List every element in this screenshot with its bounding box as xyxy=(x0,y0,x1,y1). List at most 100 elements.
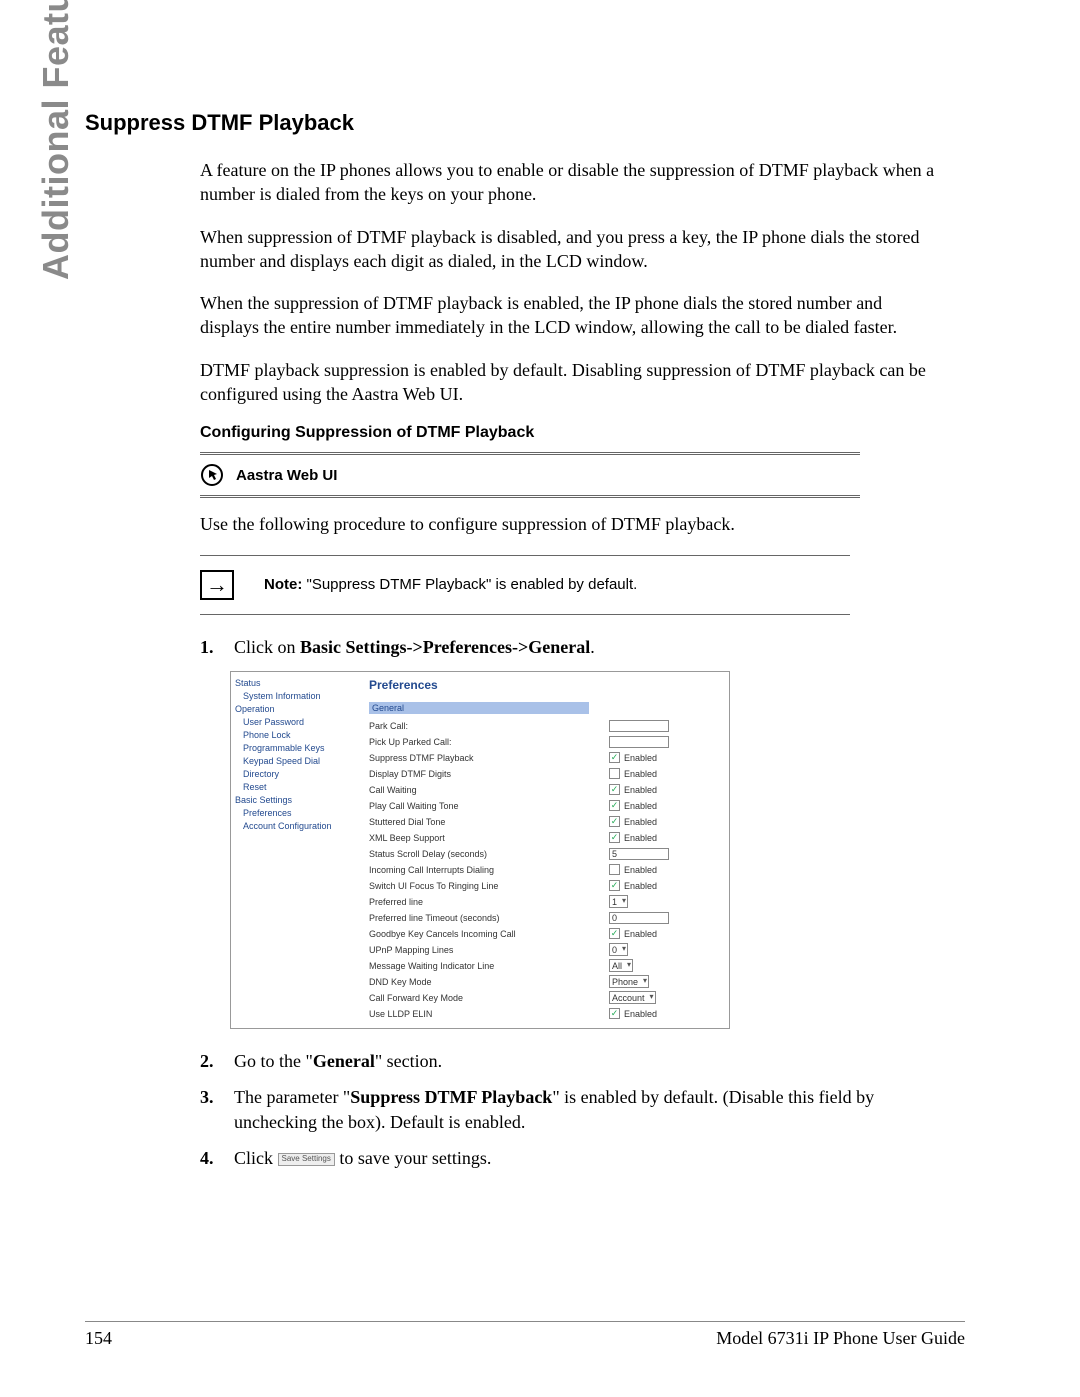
text-input[interactable]: 5 xyxy=(609,848,669,860)
setting-label: DND Key Mode xyxy=(369,977,609,987)
checkbox-label: Enabled xyxy=(624,801,657,811)
checkbox[interactable]: ✓ xyxy=(609,752,620,763)
text-input[interactable] xyxy=(609,720,669,732)
step-number: 2. xyxy=(200,1049,220,1073)
page-number: 154 xyxy=(85,1328,112,1349)
setting-label: Stuttered Dial Tone xyxy=(369,817,609,827)
settings-row: Status Scroll Delay (seconds)5 xyxy=(369,846,721,862)
setting-label: Call Forward Key Mode xyxy=(369,993,609,1003)
callout-label: Aastra Web UI xyxy=(236,467,337,484)
section-header: General xyxy=(369,702,589,714)
settings-row: Suppress DTMF Playback✓ Enabled xyxy=(369,750,721,766)
checkbox[interactable]: ✓ xyxy=(609,816,620,827)
paragraph: A feature on the IP phones allows you to… xyxy=(200,158,940,207)
setting-label: Preferred line Timeout (seconds) xyxy=(369,913,609,923)
nav-link[interactable]: Keypad Speed Dial xyxy=(235,755,357,768)
settings-row: Switch UI Focus To Ringing Line✓Enabled xyxy=(369,878,721,894)
main-panel: Preferences General Park Call: Pick Up Pa… xyxy=(361,672,729,1028)
settings-row: Preferred line Timeout (seconds)0 xyxy=(369,910,721,926)
step-item: 3. The parameter "Suppress DTMF Playback… xyxy=(200,1085,940,1134)
checkbox[interactable]: ✓ xyxy=(609,1008,620,1019)
checkbox[interactable]: ✓ xyxy=(609,832,620,843)
setting-label: Pick Up Parked Call: xyxy=(369,737,609,747)
nav-link[interactable]: Directory xyxy=(235,768,357,781)
settings-row: Call Waiting✓Enabled xyxy=(369,782,721,798)
save-settings-button[interactable]: Save Settings xyxy=(278,1153,335,1166)
checkbox[interactable] xyxy=(609,768,620,779)
nav-link[interactable]: Phone Lock xyxy=(235,729,357,742)
setting-label: Status Scroll Delay (seconds) xyxy=(369,849,609,859)
note-text: Note: "Suppress DTMF Playback" is enable… xyxy=(264,576,637,593)
paragraph: DTMF playback suppression is enabled by … xyxy=(200,358,940,407)
step-number: 1. xyxy=(200,635,220,659)
setting-label: Preferred line xyxy=(369,897,609,907)
setting-label: Suppress DTMF Playback xyxy=(369,753,609,763)
select-dropdown[interactable]: Account xyxy=(609,991,656,1004)
setting-label: Display DTMF Digits xyxy=(369,769,609,779)
nav-sidebar: Status System Information Operation User… xyxy=(231,672,361,1028)
note-block: → Note: "Suppress DTMF Playback" is enab… xyxy=(200,555,850,615)
mouse-icon xyxy=(200,463,224,487)
step-number: 3. xyxy=(200,1085,220,1134)
checkbox[interactable]: ✓ xyxy=(609,928,620,939)
text-input[interactable] xyxy=(609,736,669,748)
settings-row: Pick Up Parked Call: xyxy=(369,734,721,750)
web-ui-screenshot: Status System Information Operation User… xyxy=(230,671,730,1029)
select-dropdown[interactable]: 0 xyxy=(609,943,628,956)
settings-row: Play Call Waiting Tone✓Enabled xyxy=(369,798,721,814)
select-dropdown[interactable]: All xyxy=(609,959,633,972)
settings-row: Preferred line1 xyxy=(369,894,721,910)
section-tab: Additional Features xyxy=(35,0,77,280)
checkbox-label: Enabled xyxy=(624,817,657,827)
setting-label: Park Call: xyxy=(369,721,609,731)
checkbox-label: Enabled xyxy=(624,753,657,763)
checkbox-label: Enabled xyxy=(624,769,657,779)
nav-heading: Basic Settings xyxy=(235,794,357,807)
nav-link[interactable]: Preferences xyxy=(235,807,357,820)
lead-text: Use the following procedure to configure… xyxy=(200,512,940,536)
document-title: Model 6731i IP Phone User Guide xyxy=(716,1328,965,1349)
text-input[interactable]: 0 xyxy=(609,912,669,924)
nav-link[interactable]: System Information xyxy=(235,690,357,703)
settings-row: Message Waiting Indicator LineAll xyxy=(369,958,721,974)
settings-row: UPnP Mapping Lines0 xyxy=(369,942,721,958)
settings-row: Park Call: xyxy=(369,718,721,734)
setting-label: Incoming Call Interrupts Dialing xyxy=(369,865,609,875)
nav-heading: Status xyxy=(235,677,357,690)
nav-link[interactable]: Reset xyxy=(235,781,357,794)
web-ui-callout: Aastra Web UI xyxy=(200,452,860,498)
settings-row: Use LLDP ELIN✓ Enabled xyxy=(369,1006,721,1022)
step-item: 2. Go to the "General" section. xyxy=(200,1049,940,1073)
select-dropdown[interactable]: Phone xyxy=(609,975,649,988)
page-content: Suppress DTMF Playback A feature on the … xyxy=(85,110,965,1182)
nav-heading: Operation xyxy=(235,703,357,716)
steps-list-continued: 2. Go to the "General" section. 3. The p… xyxy=(200,1049,940,1170)
setting-label: Use LLDP ELIN xyxy=(369,1009,609,1019)
checkbox-label: Enabled xyxy=(624,1009,657,1019)
checkbox[interactable]: ✓ xyxy=(609,880,620,891)
page-title: Suppress DTMF Playback xyxy=(85,110,965,136)
setting-label: UPnP Mapping Lines xyxy=(369,945,609,955)
subheading: Configuring Suppression of DTMF Playback xyxy=(200,424,940,442)
nav-link[interactable]: Account Configuration xyxy=(235,820,357,833)
settings-row: Display DTMF Digits Enabled xyxy=(369,766,721,782)
page-footer: 154 Model 6731i IP Phone User Guide xyxy=(85,1321,965,1349)
body: A feature on the IP phones allows you to… xyxy=(200,158,940,1170)
steps-list: 1. Click on Basic Settings->Preferences-… xyxy=(200,635,940,659)
setting-label: Switch UI Focus To Ringing Line xyxy=(369,881,609,891)
paragraph: When suppression of DTMF playback is dis… xyxy=(200,225,940,274)
setting-label: XML Beep Support xyxy=(369,833,609,843)
step-item: 4. Click Save Settings to save your sett… xyxy=(200,1146,940,1170)
checkbox[interactable]: ✓ xyxy=(609,800,620,811)
setting-label: Message Waiting Indicator Line xyxy=(369,961,609,971)
settings-row: DND Key ModePhone xyxy=(369,974,721,990)
panel-title: Preferences xyxy=(369,678,721,692)
checkbox[interactable]: ✓ xyxy=(609,784,620,795)
nav-link[interactable]: Programmable Keys xyxy=(235,742,357,755)
select-dropdown[interactable]: 1 xyxy=(609,895,628,908)
setting-label: Goodbye Key Cancels Incoming Call xyxy=(369,929,609,939)
checkbox-label: Enabled xyxy=(624,929,657,939)
settings-row: Goodbye Key Cancels Incoming Call✓ Enable… xyxy=(369,926,721,942)
checkbox[interactable] xyxy=(609,864,620,875)
nav-link[interactable]: User Password xyxy=(235,716,357,729)
